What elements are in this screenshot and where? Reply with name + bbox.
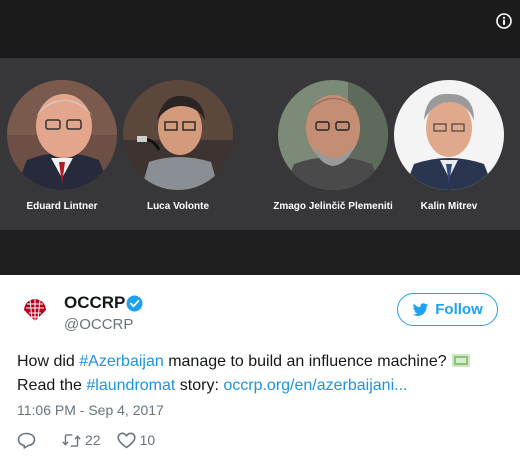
retweet-icon (62, 433, 81, 447)
money-icon (451, 354, 470, 367)
tweet-text-segment: Read the (17, 377, 87, 394)
media-bottom-band (0, 230, 520, 275)
media-top-band (0, 0, 520, 58)
tweet-text-segment: story: (175, 377, 224, 394)
heart-icon (116, 432, 136, 448)
reply-icon (17, 432, 36, 449)
occrp-logo-avatar[interactable] (20, 296, 50, 324)
article-link[interactable]: occrp.org/en/azerbaijani... (223, 377, 407, 394)
tweet-media-image[interactable]: Eduard Lintner Luca Volonte Zmago Jelinč… (0, 0, 520, 275)
like-button[interactable]: 10 (116, 432, 156, 449)
person-name: Kalin Mitrev (420, 201, 478, 212)
tweet-text: How did #Azerbaijan manage to build an i… (17, 350, 512, 398)
person-name: Luca Volonte (146, 201, 210, 212)
hashtag-link[interactable]: #Azerbaijan (79, 353, 164, 370)
reply-button[interactable] (17, 432, 36, 449)
person-card: Luca Volonte (113, 80, 243, 212)
portrait-photo (278, 80, 388, 190)
hashtag-link[interactable]: #laundromat (86, 377, 175, 394)
portrait-photo (123, 80, 233, 190)
retweet-count: 22 (85, 432, 101, 448)
tweet-line-1: How did #Azerbaijan manage to build an i… (17, 350, 512, 374)
verified-badge-icon (126, 295, 143, 312)
person-card: Eduard Lintner (0, 80, 127, 212)
tweet-text-segment: manage to build an influence machine? (163, 353, 447, 370)
info-icon[interactable] (496, 13, 512, 29)
person-name: Eduard Lintner (26, 201, 98, 212)
portrait-photo (7, 80, 117, 190)
follow-button[interactable]: Follow (397, 293, 498, 326)
retweet-button[interactable]: 22 (62, 432, 101, 449)
account-handle[interactable]: @OCCRP (64, 316, 133, 333)
tweet-timestamp[interactable]: 11:06 PM - Sep 4, 2017 (17, 402, 164, 418)
portrait-photo (394, 80, 504, 190)
account-name[interactable]: OCCRP (64, 293, 125, 313)
person-card: Kalin Mitrev (384, 80, 514, 212)
tweet-line-2: Read the #laundromat story: occrp.org/en… (17, 374, 512, 398)
twitter-bird-icon (412, 302, 429, 316)
like-count: 10 (139, 432, 156, 448)
follow-label: Follow (435, 301, 483, 318)
tweet-text-segment: How did (17, 353, 80, 370)
tweet-actions: 22 10 (17, 430, 155, 450)
